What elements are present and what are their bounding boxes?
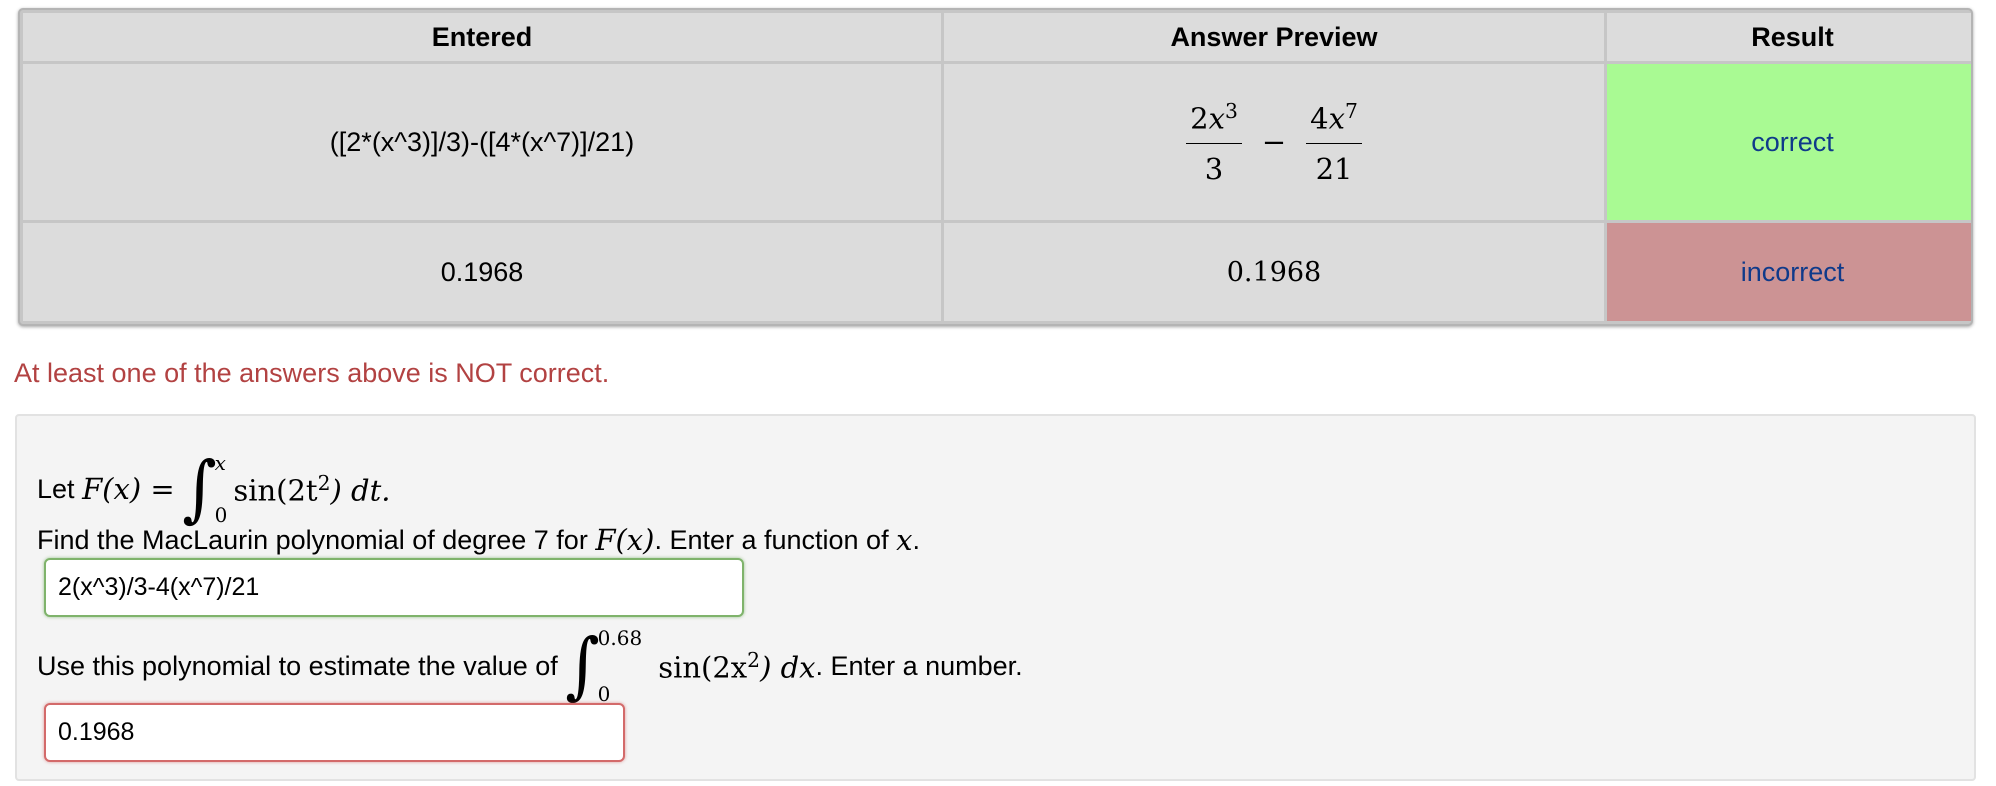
answer-preview-cell: 2x3 3 − 4x7 21 <box>944 64 1604 221</box>
question-2-text: Use this polynomial to estimate the valu… <box>37 623 1023 708</box>
question-1-text: Find the MacLaurin polynomial of degree … <box>37 523 920 557</box>
result-cell-incorrect: incorrect <box>1607 223 1971 321</box>
header-entered: Entered <box>23 13 941 62</box>
header-answer-preview: Answer Preview <box>944 13 1604 62</box>
problem-panel: Let F(x) = ∫ x0 sin(2t2) dt. Find the Ma… <box>15 414 1976 781</box>
results-table: Entered Answer Preview Result ([2*(x^3)]… <box>18 8 1973 326</box>
table-row: ([2*(x^3)]/3)-([4*(x^7)]/21) 2x3 3 − 4x7… <box>23 64 1971 221</box>
fraction-term-2: 4x7 21 <box>1306 99 1362 186</box>
table-row: 0.1968 0.1968 incorrect <box>23 223 1971 321</box>
integral-expression: ∫ 0.68 0 sin(2x2) dx <box>565 623 816 708</box>
answer-input-1[interactable]: 2(x^3)/3-4(x^7)/21 <box>44 558 744 617</box>
result-cell-correct: correct <box>1607 64 1971 221</box>
integral-expression: ∫ x0 sin(2t2) dt. <box>182 446 391 531</box>
warning-message: At least one of the answers above is NOT… <box>14 358 610 388</box>
answer-preview-cell: 0.1968 <box>944 223 1604 321</box>
header-result: Result <box>1607 13 1971 62</box>
entered-cell: 0.1968 <box>23 223 941 321</box>
function-definition: F(x) = <box>82 472 175 506</box>
answer-input-2[interactable]: 0.1968 <box>44 703 625 762</box>
fraction-term-1: 2x3 3 <box>1186 99 1242 186</box>
entered-cell: ([2*(x^3)]/3)-([4*(x^7)]/21) <box>23 64 941 221</box>
